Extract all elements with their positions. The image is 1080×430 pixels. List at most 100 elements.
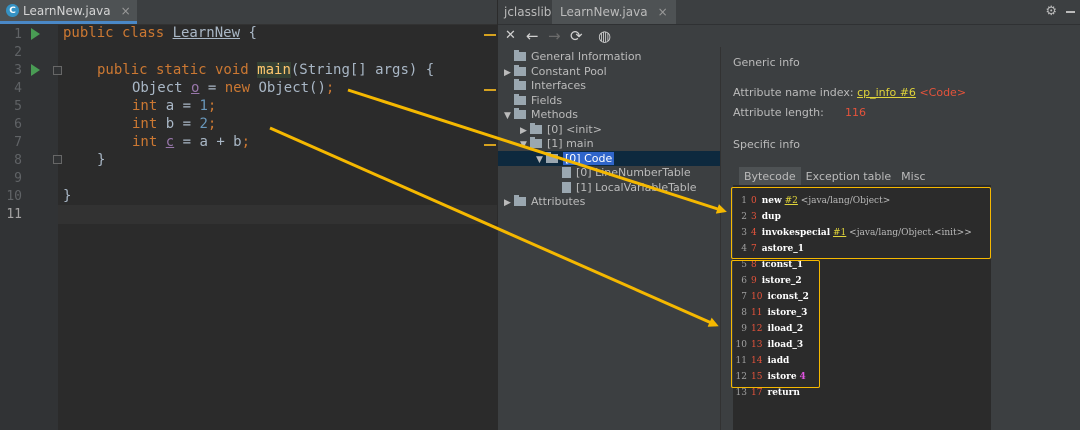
method-name: main	[257, 62, 291, 78]
code-line-6: int b = 2;	[132, 115, 216, 134]
tree-item-init[interactable]: ▶ [0] <init>	[520, 122, 602, 137]
forward-icon[interactable]: →	[548, 27, 561, 45]
tree-item-constant-pool[interactable]: ▶ Constant Pool	[504, 64, 607, 79]
tab-misc[interactable]: Misc	[896, 167, 930, 187]
tree-item-label: [0] LineNumberTable	[576, 166, 691, 179]
tree-item-main[interactable]: ▼ [1] main	[520, 136, 594, 151]
folder-icon	[530, 123, 542, 134]
tab-exception-table[interactable]: Exception table	[801, 167, 897, 187]
code-text: =	[199, 80, 225, 96]
code-text: {	[240, 25, 257, 41]
tree-item-label: [1] main	[547, 137, 594, 150]
code-line-7: int c = a + b;	[132, 133, 250, 152]
gutter: 1 2 3 4 5 6 7 8 9 10 11	[0, 24, 62, 430]
keyword: public static void	[97, 62, 258, 78]
gear-icon[interactable]: ⚙	[1045, 4, 1057, 19]
run-main-icon[interactable]	[31, 64, 40, 76]
line-number: 7	[14, 135, 22, 150]
tree-item-interfaces[interactable]: Interfaces	[504, 78, 586, 93]
tree-item-code[interactable]: ▼ [0] Code	[498, 151, 720, 166]
keyword: new	[224, 80, 251, 96]
line-number: 11	[6, 207, 22, 222]
attribute-label: Attribute name index:	[733, 86, 854, 99]
warning-stripe[interactable]	[484, 144, 496, 146]
line-number: 3	[14, 63, 22, 78]
code-line-3: public static void main(String[] args) {	[97, 61, 434, 80]
folder-icon	[514, 195, 526, 206]
attribute-length-row: Attribute length: 116	[733, 106, 866, 119]
collapse-arrow-icon[interactable]: ▼	[536, 153, 546, 168]
web-icon[interactable]: ◍	[598, 27, 611, 45]
attribute-name-index-row: Attribute name index: cp_info #6 <Code>	[733, 86, 966, 99]
panel-tab[interactable]: LearnNew.java ×	[552, 0, 676, 24]
tree-item-fields[interactable]: Fields	[504, 93, 562, 108]
number: 2	[199, 116, 208, 132]
code-line-1: public class LearnNew {	[63, 24, 257, 43]
expand-arrow-icon[interactable]: ▶	[504, 196, 514, 211]
collapse-arrow-icon[interactable]: ▼	[504, 109, 514, 124]
code-text: Object()	[250, 80, 326, 96]
keyword: int	[132, 134, 158, 150]
line-number: 4	[14, 81, 22, 96]
file-icon	[562, 167, 571, 178]
java-class-icon: C	[6, 4, 19, 17]
panel-tab-bar: jclasslib: LearnNew.java × ⚙	[498, 0, 1080, 25]
close-icon[interactable]: ✕	[505, 27, 516, 45]
attribute-label: Attribute length:	[733, 106, 824, 119]
folder-icon	[546, 152, 558, 163]
line-number: 1	[14, 27, 22, 42]
tree-item-methods[interactable]: ▼ Methods	[504, 107, 578, 122]
object-creation-highlight-box	[731, 187, 991, 259]
variable-c: c	[165, 134, 175, 150]
warning-stripe[interactable]	[484, 89, 496, 91]
keyword: public class	[63, 25, 173, 41]
code-line-10: }	[63, 188, 72, 204]
semicolon: ;	[325, 80, 335, 96]
line-number: 8	[14, 153, 22, 168]
opcode: return	[767, 388, 800, 398]
hide-panel-icon[interactable]	[1066, 11, 1075, 13]
semicolon: ;	[241, 134, 251, 150]
keyword: int	[132, 98, 158, 114]
warning-stripe[interactable]	[484, 34, 496, 36]
tree-item-label: Attributes	[531, 195, 586, 208]
panel-title: jclasslib:	[504, 5, 556, 19]
line-number: 5	[14, 99, 22, 114]
run-class-icon[interactable]	[31, 28, 40, 40]
detail-tabs: Bytecode Exception table Misc	[739, 167, 931, 189]
tree-item-label: Constant Pool	[531, 65, 607, 78]
code-editor[interactable]: C LearnNew.java × 1 2 3 4 5 6 7 8 9 10 1…	[0, 0, 497, 430]
folder-icon	[514, 50, 526, 61]
tree-item-line-number-table[interactable]: [0] LineNumberTable	[562, 165, 691, 180]
semicolon: ;	[207, 116, 217, 132]
bytecode-offset: 17	[751, 388, 763, 398]
cp-info-link[interactable]: cp_info #6	[857, 86, 916, 99]
tree-item-general[interactable]: General Information	[504, 49, 642, 64]
line-number: 9	[14, 171, 22, 186]
editor-tab[interactable]: C LearnNew.java ×	[0, 0, 137, 24]
tree-item-label: [0] <init>	[547, 123, 602, 136]
code-line-5: int a = 1;	[132, 97, 216, 116]
close-icon[interactable]: ×	[658, 5, 668, 19]
code-text: a =	[157, 98, 200, 114]
panel-toolbar: ✕ ← → ⟳ ◍	[498, 25, 1080, 47]
refresh-icon[interactable]: ⟳	[570, 27, 583, 45]
tree-item-attributes[interactable]: ▶ Attributes	[504, 194, 585, 209]
number: 1	[199, 98, 208, 114]
code-line-8: }	[97, 152, 106, 168]
line-number: 2	[14, 45, 22, 60]
back-icon[interactable]: ←	[526, 27, 539, 45]
specific-info-heading: Specific info	[733, 138, 800, 151]
editor-tab-label: LearnNew.java	[23, 3, 111, 18]
code-line-4: Object o = new Object();	[132, 79, 334, 98]
folder-icon	[514, 65, 526, 76]
code-area[interactable]: public class LearnNew { public static vo…	[58, 24, 497, 430]
arithmetic-highlight-box	[731, 260, 820, 388]
folder-icon	[530, 137, 542, 148]
tree-item-local-variable-table[interactable]: [1] LocalVariableTable	[562, 180, 697, 195]
close-icon[interactable]: ×	[121, 4, 131, 18]
tree-item-label: Interfaces	[531, 79, 586, 92]
tree-item-label: [1] LocalVariableTable	[576, 181, 697, 194]
code-text: = a + b	[174, 134, 242, 150]
tree-item-label: Methods	[531, 108, 578, 121]
